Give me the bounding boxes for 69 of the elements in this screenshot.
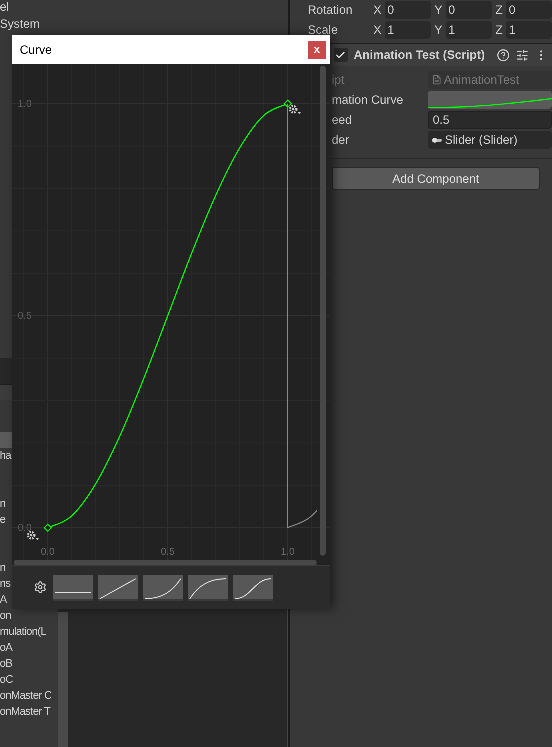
curve-preset-button[interactable] <box>53 574 93 600</box>
component-header[interactable]: Animation Test (Script) <box>332 44 552 66</box>
property-label: ipt <box>332 72 346 89</box>
script-icon <box>432 75 442 85</box>
enabled-checkbox[interactable] <box>334 48 348 62</box>
x-tick-label: 0.5 <box>161 547 175 558</box>
hierarchy-item[interactable]: A <box>0 592 7 608</box>
y-tick-label: 0.0 <box>18 523 32 534</box>
slider-icon <box>432 138 442 142</box>
curve-preset-icon <box>234 578 272 599</box>
hierarchy-item[interactable]: e <box>0 512 6 528</box>
close-button[interactable]: x <box>308 40 326 58</box>
hierarchy-item[interactable]: onMaster C <box>0 688 52 704</box>
hierarchy-item[interactable]: onMaster T <box>0 704 50 720</box>
hierarchy-item[interactable]: oA <box>0 640 12 656</box>
number-field[interactable]: 0 <box>506 0 552 18</box>
property-label: der <box>332 132 350 149</box>
curve-field[interactable] <box>428 91 552 109</box>
y-tick-label: 0.5 <box>18 310 32 322</box>
axis-label: X <box>374 2 382 18</box>
curve-preset-button[interactable] <box>188 574 228 600</box>
check-icon <box>335 50 346 60</box>
hierarchy-item[interactable]: on <box>0 608 12 624</box>
hierarchy-item[interactable]: ha <box>0 448 12 464</box>
number-field[interactable]: 1 <box>446 20 492 38</box>
curve-preset-icon <box>190 578 226 599</box>
axis-label: Y <box>434 22 443 38</box>
hierarchy-item[interactable]: oB <box>0 656 12 672</box>
axis-label: X <box>374 22 382 38</box>
y-tick-label: 1.0 <box>18 98 32 110</box>
value-field[interactable]: 0.5 <box>428 111 552 129</box>
curve-preset-button[interactable] <box>233 574 273 600</box>
hierarchy-item[interactable]: oC <box>0 672 14 688</box>
property-label: eed <box>332 112 354 129</box>
add-component-button[interactable]: Add Component <box>332 167 540 190</box>
transform-label: Rotation <box>308 2 354 18</box>
number-field[interactable]: 1 <box>506 20 552 38</box>
hierarchy-item[interactable]: mulation(L <box>0 624 46 640</box>
number-field[interactable]: 1 <box>384 20 431 38</box>
axis-label: Y <box>434 2 443 18</box>
x-tick-label: 0.0 <box>41 547 55 558</box>
hierarchy-item[interactable]: System <box>0 17 40 31</box>
number-field[interactable]: 0 <box>384 0 431 18</box>
component-title: Animation Test (Script) <box>354 47 486 64</box>
number-field[interactable]: 0 <box>446 0 492 18</box>
object-field[interactable]: Slider (Slider) <box>428 131 552 149</box>
hierarchy-item[interactable]: n <box>0 496 6 512</box>
transform-label: Scale <box>308 22 340 38</box>
sliders-icon[interactable] <box>516 48 530 62</box>
axis-label: Z <box>496 22 503 38</box>
x-tick-label: 1.0 <box>281 547 295 558</box>
key-point-handle[interactable] <box>284 100 292 108</box>
axis-label: Z <box>496 2 503 18</box>
curve-preset-icon <box>144 578 182 599</box>
curve-preset-button[interactable] <box>98 574 138 600</box>
hierarchy-item[interactable]: ns <box>0 576 11 592</box>
gear-icon[interactable] <box>288 104 302 116</box>
vertical-scrollbar[interactable] <box>320 66 326 556</box>
property-label: mation Curve <box>332 92 404 109</box>
window-title: Curve <box>20 42 54 58</box>
key-point-handle[interactable] <box>44 524 52 532</box>
help-icon[interactable] <box>497 48 510 62</box>
settings-icon[interactable] <box>34 581 47 594</box>
curve-preset-icon <box>100 578 136 599</box>
gear-icon[interactable] <box>26 530 40 542</box>
curve-preset-button[interactable] <box>143 574 183 600</box>
hierarchy-item[interactable]: n <box>0 560 6 576</box>
scrollbar[interactable] <box>58 612 68 747</box>
hierarchy-item[interactable]: el <box>0 0 10 14</box>
